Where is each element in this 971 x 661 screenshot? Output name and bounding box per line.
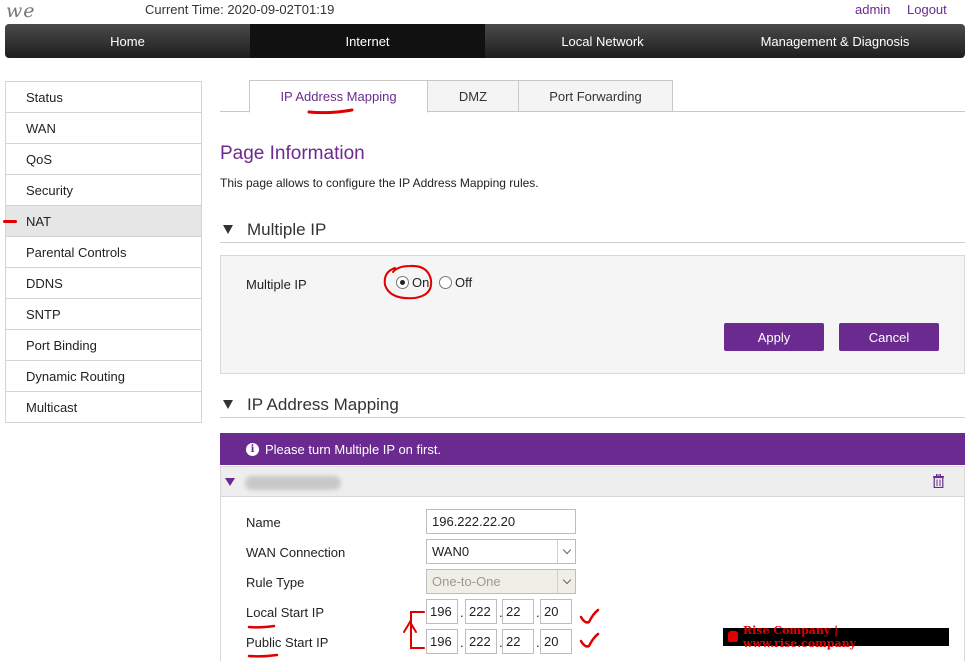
sidebar-item-port-binding[interactable]: Port Binding <box>6 330 201 361</box>
sidebar-item-dynamic-routing[interactable]: Dynamic Routing <box>6 361 201 392</box>
sidebar-item-qos[interactable]: QoS <box>6 144 201 175</box>
watermark-banner: Rise Company | www.rise.company <box>723 624 949 650</box>
sidebar-item-wan[interactable]: WAN <box>6 113 201 144</box>
sidebar-item-ddns[interactable]: DDNS <box>6 268 201 299</box>
multiple-ip-off-option[interactable]: Off <box>439 275 472 290</box>
wan-connection-value: WAN0 <box>432 544 470 559</box>
cancel-button[interactable]: Cancel <box>839 323 939 351</box>
hand-icon <box>728 631 738 642</box>
sidebar-item-nat[interactable]: NAT <box>3 206 201 237</box>
public-start-ip-label: Public Start IP <box>246 635 329 650</box>
radio-on[interactable] <box>396 276 409 289</box>
notice-text: Please turn Multiple IP on first. <box>265 441 442 457</box>
current-time: Current Time: 2020-09-02T01:19 <box>145 2 335 17</box>
tab-dmz[interactable]: DMZ <box>427 80 519 112</box>
ip-dot: . <box>460 635 464 650</box>
multiple-ip-panel: Multiple IP On Off Apply Cancel <box>220 255 965 374</box>
top-bar: we Current Time: 2020-09-02T01:19 admin … <box>0 0 971 22</box>
redacted-entry-name <box>245 476 341 490</box>
logout-link[interactable]: Logout <box>907 2 947 17</box>
wan-connection-select[interactable]: WAN0 <box>426 539 576 564</box>
name-label: Name <box>246 515 281 530</box>
public-ip-octet-3[interactable]: 22 <box>502 629 534 654</box>
public-ip-octet-1[interactable]: 196 <box>426 629 458 654</box>
apply-button[interactable]: Apply <box>724 323 824 351</box>
local-start-ip-label: Local Start IP <box>246 605 325 620</box>
tab-port-forwarding[interactable]: Port Forwarding <box>518 80 673 112</box>
section-title: Multiple IP <box>247 219 327 239</box>
admin-link[interactable]: admin <box>855 2 890 17</box>
public-ip-octet-2[interactable]: 222 <box>465 629 497 654</box>
sidebar-item-parental-controls[interactable]: Parental Controls <box>6 237 201 268</box>
collapse-triangle-icon <box>223 400 233 409</box>
sidebar-item-sntp[interactable]: SNTP <box>6 299 201 330</box>
page-description: This page allows to configure the IP Add… <box>220 176 539 190</box>
local-ip-octet-2[interactable]: 222 <box>465 599 497 624</box>
tab-ip-address-mapping[interactable]: IP Address Mapping <box>249 80 428 113</box>
local-ip-octet-1[interactable]: 196 <box>426 599 458 624</box>
sidebar-item-label: NAT <box>26 213 52 229</box>
chevron-down-icon <box>557 570 575 593</box>
we-logo: we <box>6 0 36 22</box>
ip-mapping-section-header[interactable]: IP Address Mapping <box>220 392 965 418</box>
radio-on-label: On <box>412 275 430 290</box>
watermark-text: Rise Company | www.rise.company <box>743 624 857 650</box>
notice-banner: i Please turn Multiple IP on first. <box>220 433 965 465</box>
ip-dot: . <box>460 605 464 620</box>
name-input[interactable]: 196.222.22.20 <box>426 509 576 534</box>
multiple-ip-section-header[interactable]: Multiple IP <box>220 217 965 243</box>
sidebar-item-multicast[interactable]: Multicast <box>6 392 201 423</box>
local-ip-octet-3[interactable]: 22 <box>502 599 534 624</box>
nav-management-diagnosis[interactable]: Management & Diagnosis <box>720 24 950 58</box>
wan-connection-label: WAN Connection <box>246 545 346 560</box>
annotation-mark <box>3 220 17 223</box>
radio-off-label: Off <box>455 275 473 290</box>
sidebar: Status WAN QoS Security NAT Parental Con… <box>3 81 202 423</box>
chevron-down-icon <box>557 540 575 563</box>
rule-type-select: One-to-One <box>426 569 576 594</box>
radio-off[interactable] <box>439 276 452 289</box>
trash-icon[interactable] <box>933 474 944 488</box>
entry-header[interactable] <box>221 467 964 497</box>
sidebar-item-status[interactable]: Status <box>6 82 201 113</box>
multiple-ip-on-option[interactable]: On <box>396 275 429 290</box>
tab-bar: IP Address Mapping DMZ Port Forwarding <box>220 80 965 113</box>
multiple-ip-label: Multiple IP <box>246 277 307 292</box>
rule-type-value: One-to-One <box>432 574 501 589</box>
section-title: IP Address Mapping <box>247 394 399 414</box>
rule-type-label: Rule Type <box>246 575 305 590</box>
nav-internet[interactable]: Internet <box>250 24 485 58</box>
public-ip-octet-4[interactable]: 20 <box>540 629 572 654</box>
local-ip-octet-4[interactable]: 20 <box>540 599 572 624</box>
page-title: Page Information <box>220 143 365 164</box>
main-nav: Home Internet Local Network Management &… <box>5 24 965 58</box>
nav-local-network[interactable]: Local Network <box>485 24 720 58</box>
expand-triangle-icon <box>225 478 235 486</box>
sidebar-item-security[interactable]: Security <box>6 175 201 206</box>
info-icon: i <box>246 442 259 456</box>
collapse-triangle-icon <box>223 225 233 234</box>
nav-home[interactable]: Home <box>5 24 250 58</box>
